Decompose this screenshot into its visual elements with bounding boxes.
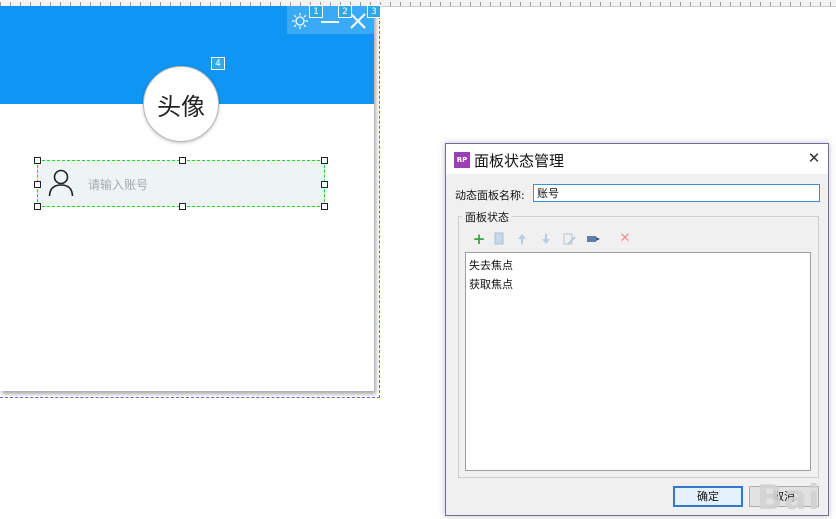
resize-handle[interactable] (179, 203, 186, 210)
list-item[interactable]: 获取焦点 (469, 276, 513, 292)
move-down-icon[interactable] (538, 231, 554, 247)
resize-handle[interactable] (179, 157, 186, 164)
edit-all-icon[interactable] (585, 231, 601, 247)
move-up-icon[interactable] (514, 231, 530, 247)
edit-icon[interactable] (561, 231, 577, 247)
dialog-title: 面板状态管理 (474, 152, 565, 170)
panel-name-input[interactable] (533, 184, 820, 202)
watermark-logo: Bai (757, 478, 821, 518)
add-icon[interactable]: + (471, 231, 487, 247)
avatar[interactable]: 头像 (143, 66, 219, 142)
avatar-label: 头像 (157, 92, 205, 121)
close-icon[interactable]: ✕ (806, 150, 822, 166)
ok-button[interactable]: 确定 (673, 486, 743, 507)
panel-state-list[interactable]: 失去焦点 获取焦点 (465, 252, 811, 471)
widget-badge: 2 (338, 5, 352, 18)
list-item[interactable]: 失去焦点 (469, 257, 513, 273)
duplicate-icon[interactable] (491, 231, 507, 247)
panel-name-label: 动态面板名称: (455, 189, 525, 202)
resize-handle[interactable] (34, 157, 41, 164)
login-card-mockup: 1 2 3 4 头像 请输入账号 (0, 5, 381, 391)
user-icon (48, 169, 74, 197)
resize-handle[interactable] (34, 181, 41, 188)
widget-badge: 3 (367, 5, 381, 18)
widget-badge: 1 (309, 5, 323, 18)
dialog-titlebar[interactable]: RP 面板状态管理 ✕ (446, 144, 828, 174)
account-input-panel[interactable]: 请输入账号 (34, 157, 328, 210)
axure-rp-logo-icon: RP (454, 152, 470, 168)
panel-state-manager-dialog: RP 面板状态管理 ✕ 动态面板名称: 面板状态 + ✕ 失去焦点 获取焦点 确… (445, 143, 829, 516)
delete-icon[interactable]: ✕ (617, 231, 633, 247)
window-controls: 1 2 3 (287, 5, 381, 34)
resize-handle[interactable] (34, 203, 41, 210)
minimize-icon[interactable] (321, 12, 339, 30)
gear-icon[interactable] (291, 12, 309, 30)
panel-state-group-label: 面板状态 (462, 209, 512, 225)
resize-handle[interactable] (321, 181, 328, 188)
resize-handle[interactable] (321, 203, 328, 210)
account-input-placeholder: 请输入账号 (88, 178, 149, 192)
resize-handle[interactable] (321, 157, 328, 164)
widget-badge: 4 (211, 57, 225, 70)
